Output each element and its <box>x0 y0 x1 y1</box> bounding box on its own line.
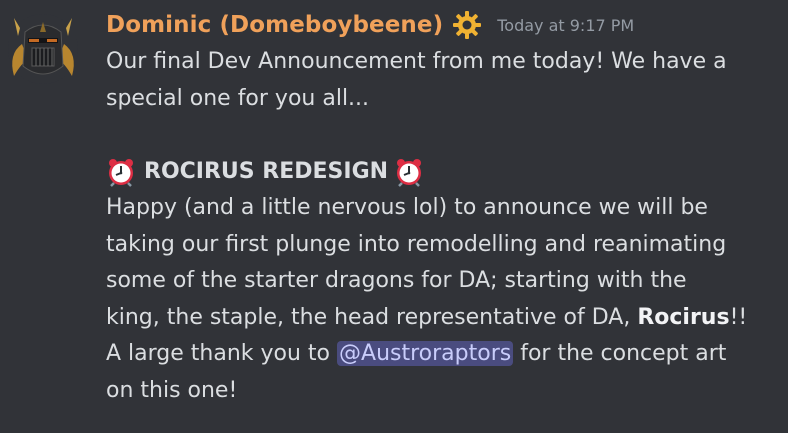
message-line: Happy (and a little nervous lol) to anno… <box>106 195 708 220</box>
message-line: taking our first plunge into remodelling… <box>106 231 727 257</box>
message-line: A large thank you to @Austroraptors for … <box>106 336 782 373</box>
line-text: for the concept art <box>513 341 727 366</box>
message-line: king, the staple, the head representativ… <box>106 300 782 337</box>
line-text: king, the staple, the head representativ… <box>106 304 638 330</box>
user-mention[interactable]: @Austroraptors <box>337 341 514 366</box>
alarm-clock-icon <box>106 157 136 187</box>
knight-helmet-avatar-icon <box>12 18 74 76</box>
message-line: some of the starter dragons for DA; star… <box>106 268 687 293</box>
chat-message: Dominic (Domeboybeene) Today at 9:17 PM <box>0 0 788 433</box>
message-content: Our final Dev Announcement from me today… <box>106 44 782 409</box>
gear-icon[interactable] <box>451 9 483 41</box>
alarm-clock-icon <box>394 157 424 187</box>
username[interactable]: Dominic (Domeboybeene) <box>106 12 443 38</box>
message-line: Our final Dev Announcement from me today… <box>106 49 727 74</box>
announcement-heading: ROCIRUS REDESIGN <box>106 154 782 191</box>
message-header: Dominic (Domeboybeene) Today at 9:17 PM <box>106 6 634 44</box>
message-line: on this one! <box>106 377 238 403</box>
line-text: A large thank you to <box>106 341 338 366</box>
timestamp[interactable]: Today at 9:17 PM <box>497 16 634 35</box>
avatar[interactable] <box>8 14 78 84</box>
message-line: special one for you all... <box>106 85 370 111</box>
line-text: !! <box>729 304 748 330</box>
heading-text: ROCIRUS REDESIGN <box>144 158 389 184</box>
bold-text: Rocirus <box>637 304 730 330</box>
